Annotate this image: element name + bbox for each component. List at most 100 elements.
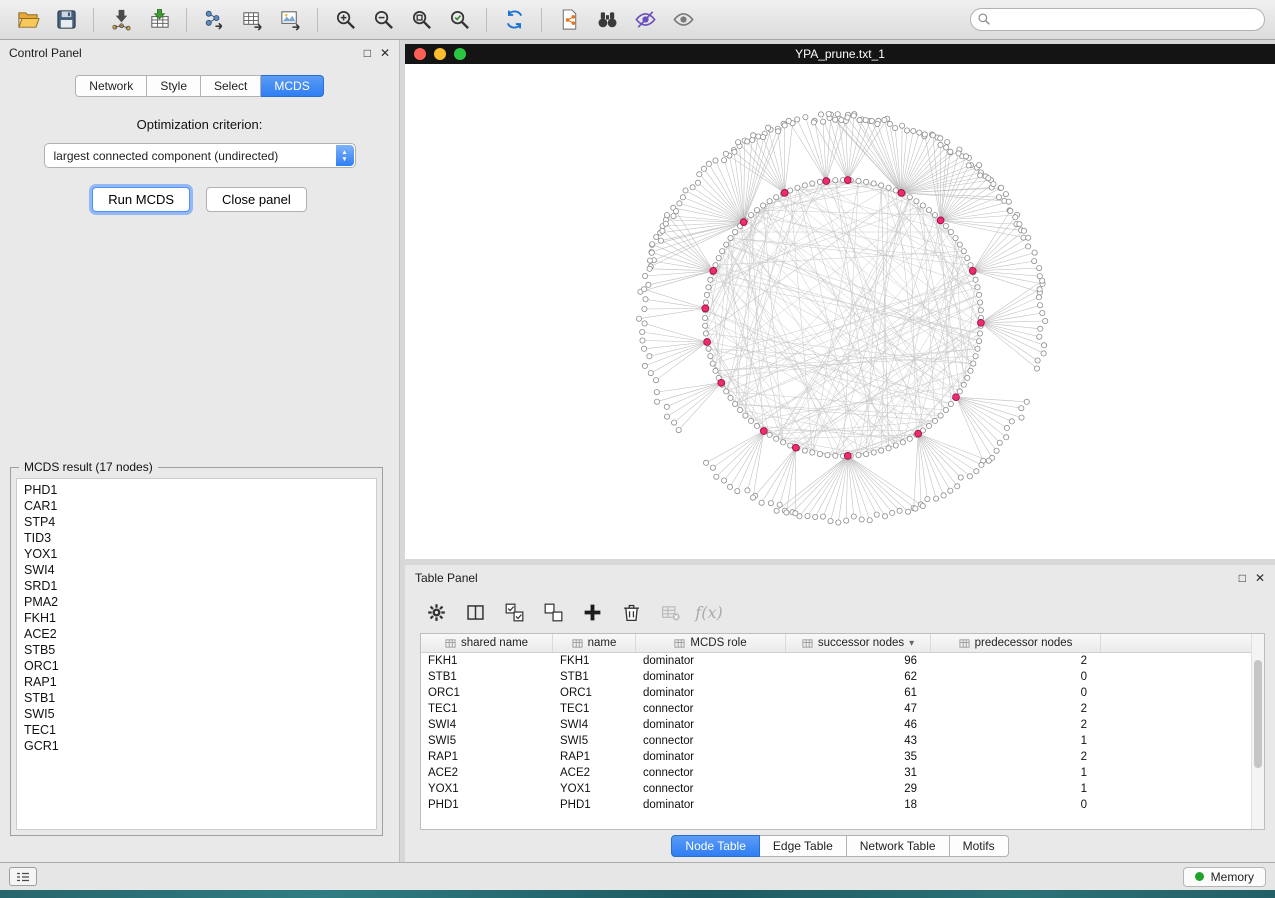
mcds-result-item[interactable]: CAR1 [24, 498, 369, 514]
minimize-window-icon[interactable] [434, 48, 446, 60]
open-file-button[interactable] [10, 5, 46, 35]
table-cell: 35 [786, 751, 931, 763]
criterion-select[interactable]: largest connected component (undirected)… [44, 143, 356, 168]
delete-column-button[interactable] [618, 599, 644, 625]
close-window-icon[interactable] [414, 48, 426, 60]
table-settings-button[interactable] [423, 599, 449, 625]
network-canvas[interactable] [405, 64, 1275, 559]
tab-node-table[interactable]: Node Table [671, 835, 760, 857]
table-cell: RAP1 [553, 751, 636, 763]
show-all-button[interactable] [665, 5, 701, 35]
search-network-button[interactable] [589, 5, 625, 35]
mcds-result-item[interactable]: RAP1 [24, 674, 369, 690]
mcds-result-group: MCDS result (17 nodes) PHD1CAR1STP4TID3Y… [10, 467, 383, 836]
table-row[interactable]: RAP1RAP1dominator352 [421, 749, 1251, 765]
mcds-result-item[interactable]: PHD1 [24, 482, 369, 498]
table-row[interactable]: SWI5SWI5connector431 [421, 733, 1251, 749]
export-network-button[interactable] [196, 5, 232, 35]
tab-motifs[interactable]: Motifs [950, 835, 1009, 857]
mcds-result-item[interactable]: PMA2 [24, 594, 369, 610]
search-input[interactable] [970, 8, 1265, 31]
export-image-button[interactable] [272, 5, 308, 35]
mcds-result-item[interactable]: STP4 [24, 514, 369, 530]
export-table-button[interactable] [234, 5, 270, 35]
network-graph[interactable] [405, 64, 1275, 559]
table-row[interactable]: STB1STB1dominator620 [421, 669, 1251, 685]
table-cell: dominator [636, 751, 786, 763]
column-header-successor-nodes[interactable]: successor nodes ▾ [786, 634, 931, 652]
column-header-name[interactable]: name [553, 634, 636, 652]
mcds-result-item[interactable]: STB1 [24, 690, 369, 706]
table-cell: dominator [636, 687, 786, 699]
tab-mcds[interactable]: MCDS [261, 75, 323, 97]
table-cell: ORC1 [421, 687, 553, 699]
mcds-result-item[interactable]: TID3 [24, 530, 369, 546]
import-network-button[interactable] [103, 5, 139, 35]
hide-selected-button[interactable] [627, 5, 663, 35]
function-builder-button-disabled: f(x) [696, 599, 722, 625]
maximize-window-icon[interactable] [454, 48, 466, 60]
close-panel-button[interactable]: Close panel [206, 187, 307, 212]
table-row[interactable]: TEC1TEC1connector472 [421, 701, 1251, 717]
table-cell: 47 [786, 703, 931, 715]
table-body: FKH1FKH1dominator962STB1STB1dominator620… [421, 653, 1251, 813]
mcds-result-list[interactable]: PHD1CAR1STP4TID3YOX1SWI4SRD1PMA2FKH1ACE2… [16, 478, 377, 830]
tab-edge-table[interactable]: Edge Table [760, 835, 847, 857]
refresh-button[interactable] [496, 5, 532, 35]
float-table-panel-icon[interactable]: □ [1239, 572, 1246, 584]
mcds-result-item[interactable]: TEC1 [24, 722, 369, 738]
scrollbar-thumb[interactable] [1254, 660, 1262, 768]
add-column-button[interactable] [579, 599, 605, 625]
mcds-result-item[interactable]: YOX1 [24, 546, 369, 562]
panel-selector-button[interactable] [9, 867, 37, 886]
table-scrollbar[interactable] [1251, 634, 1264, 829]
mcds-result-item[interactable]: STB5 [24, 642, 369, 658]
table-cell: 46 [786, 719, 931, 731]
control-panel-tabs: Network Style Select MCDS [0, 75, 399, 97]
save-session-button[interactable] [48, 5, 84, 35]
network-from-selection-button[interactable] [551, 5, 587, 35]
chevron-down-icon[interactable]: ▾ [909, 638, 914, 649]
network-window-title: YPA_prune.txt_1 [795, 47, 885, 61]
float-panel-icon[interactable]: □ [364, 47, 371, 59]
tab-network-table[interactable]: Network Table [847, 835, 950, 857]
table-cell: 1 [931, 735, 1101, 747]
zoom-out-icon [372, 8, 395, 31]
zoom-in-button[interactable] [327, 5, 363, 35]
table-row[interactable]: ACE2ACE2connector311 [421, 765, 1251, 781]
table-row[interactable]: PHD1PHD1dominator180 [421, 797, 1251, 813]
table-row[interactable]: ORC1ORC1dominator610 [421, 685, 1251, 701]
close-panel-icon[interactable]: ✕ [380, 47, 390, 59]
table-row[interactable]: SWI4SWI4dominator462 [421, 717, 1251, 733]
table-row[interactable]: YOX1YOX1connector291 [421, 781, 1251, 797]
mcds-result-item[interactable]: FKH1 [24, 610, 369, 626]
column-header-shared-name[interactable]: shared name [421, 634, 553, 652]
mcds-result-item[interactable]: SWI5 [24, 706, 369, 722]
mcds-result-item[interactable]: ORC1 [24, 658, 369, 674]
mcds-result-item[interactable]: GCR1 [24, 738, 369, 754]
gear-icon [426, 602, 447, 623]
tab-style[interactable]: Style [147, 75, 201, 97]
column-header-mcds-role[interactable]: MCDS role [636, 634, 786, 652]
table-cell: SWI5 [553, 735, 636, 747]
close-table-panel-icon[interactable]: ✕ [1255, 572, 1265, 584]
mcds-result-item[interactable]: SWI4 [24, 562, 369, 578]
deselect-all-icon [543, 602, 564, 623]
zoom-out-button[interactable] [365, 5, 401, 35]
table-panel-tabs: Node Table Edge Table Network Table Moti… [405, 830, 1275, 862]
zoom-selected-button[interactable] [441, 5, 477, 35]
zoom-fit-button[interactable] [403, 5, 439, 35]
column-header-predecessor-nodes[interactable]: predecessor nodes [931, 634, 1101, 652]
run-mcds-button[interactable]: Run MCDS [92, 187, 190, 212]
mcds-result-item[interactable]: ACE2 [24, 626, 369, 642]
select-all-rows-button[interactable] [501, 599, 527, 625]
table-cell: YOX1 [553, 783, 636, 795]
deselect-all-rows-button[interactable] [540, 599, 566, 625]
memory-button[interactable]: Memory [1183, 867, 1266, 887]
tab-select[interactable]: Select [201, 75, 261, 97]
tab-network[interactable]: Network [75, 75, 147, 97]
import-table-button[interactable] [141, 5, 177, 35]
table-row[interactable]: FKH1FKH1dominator962 [421, 653, 1251, 669]
mcds-result-item[interactable]: SRD1 [24, 578, 369, 594]
show-columns-button[interactable] [462, 599, 488, 625]
